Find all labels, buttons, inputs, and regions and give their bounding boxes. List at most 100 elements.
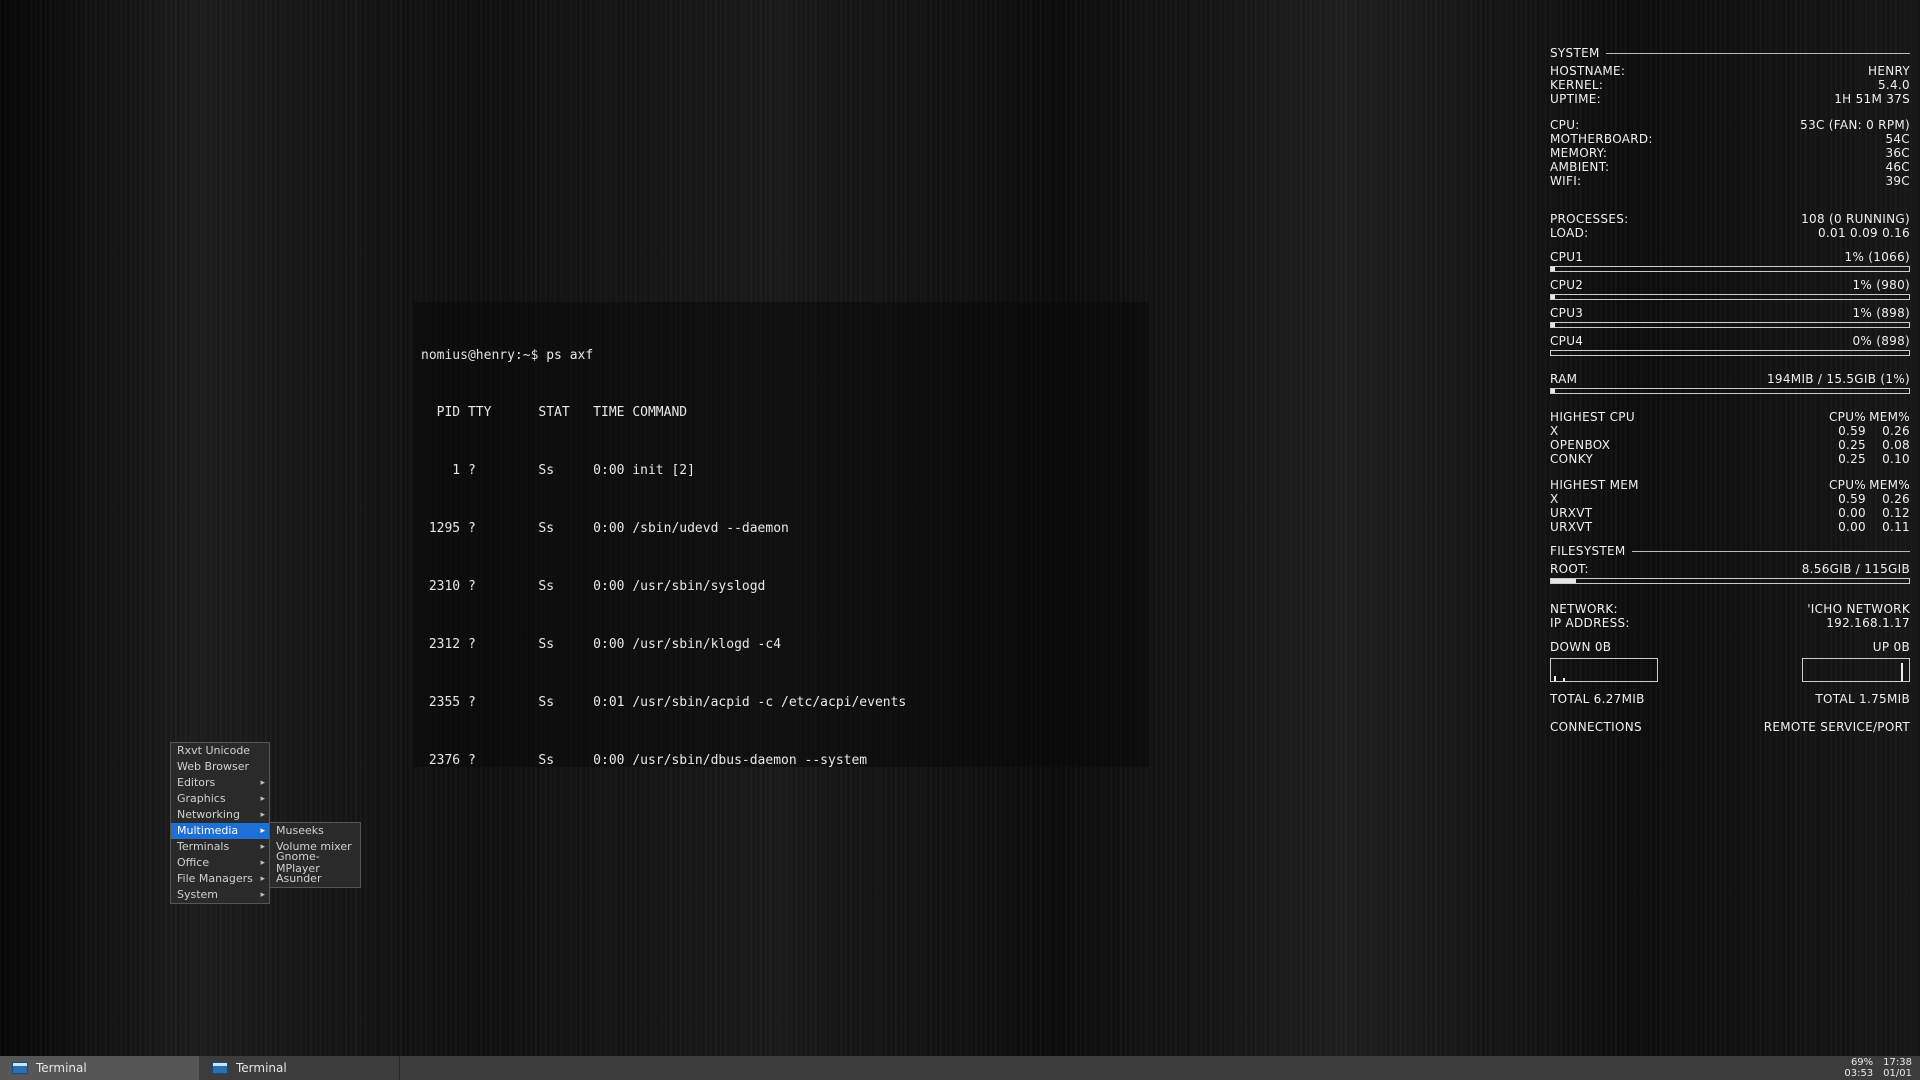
himem-h1: CPU%	[1822, 478, 1866, 492]
proc-label: PROCESSES:	[1550, 212, 1628, 226]
menu-item-office[interactable]: Office	[171, 855, 269, 871]
taskbar[interactable]: Terminal Terminal 69% 03:53 17:38 01/01	[0, 1056, 1920, 1080]
menu-item-label: Web Browser	[177, 761, 249, 773]
menu-item-terminals[interactable]: Terminals	[171, 839, 269, 855]
submenu-item-gnome-mplayer[interactable]: Gnome-MPlayer	[270, 855, 360, 871]
cpu3-value: 1% (898)	[1852, 306, 1910, 320]
hostname-value: HENRY	[1868, 64, 1910, 78]
up-graph	[1802, 658, 1910, 682]
hicpu-h1: CPU%	[1822, 410, 1866, 424]
himem-name: URXVT	[1550, 506, 1822, 520]
ram-label: RAM	[1550, 372, 1577, 386]
menu-item-label: Office	[177, 857, 209, 869]
menu-item-filemanagers[interactable]: File Managers	[171, 871, 269, 887]
wifitemp-value: 39C	[1885, 174, 1910, 188]
menu-item-label: Rxvt Unicode	[177, 745, 250, 757]
terminal-prompt-line: nomius@henry:~$ ps axf	[421, 346, 1142, 365]
menu-item-browser[interactable]: Web Browser	[171, 759, 269, 775]
wifitemp-label: WIFI:	[1550, 174, 1581, 188]
load-label: LOAD:	[1550, 226, 1588, 240]
cputemp-value: 53C (FAN: 0 RPM)	[1800, 118, 1910, 132]
ps-row: 2312 ? Ss 0:00 /usr/sbin/klogd -c4	[421, 635, 1142, 654]
hicpu-name: X	[1550, 424, 1822, 438]
terminal-icon	[12, 1062, 28, 1074]
hicpu-a: 0.25	[1822, 452, 1866, 466]
cpu3-label: CPU3	[1550, 306, 1583, 320]
terminal-prompt: nomius@henry:~$	[421, 348, 546, 363]
uptime-label: UPTIME:	[1550, 92, 1601, 106]
clock-date: 01/01	[1883, 1068, 1912, 1079]
submenu-item-label: Museeks	[276, 825, 324, 837]
cpu1-label: CPU1	[1550, 250, 1583, 264]
net-label: NETWORK:	[1550, 602, 1618, 616]
battery-percent: 69%	[1851, 1057, 1873, 1068]
himem-a: 0.59	[1822, 492, 1866, 506]
cpu1-bar	[1550, 266, 1910, 272]
terminal-icon	[212, 1062, 228, 1074]
himem-b: 0.11	[1866, 520, 1910, 534]
hicpu-h2: MEM%	[1866, 410, 1910, 424]
clock-seconds: 03:53	[1844, 1068, 1873, 1079]
system-tray[interactable]: 69% 03:53 17:38 01/01	[1836, 1056, 1920, 1080]
menu-item-label: Editors	[177, 777, 215, 789]
himem-b: 0.12	[1866, 506, 1910, 520]
himem-name: X	[1550, 492, 1822, 506]
menu-item-label: System	[177, 889, 218, 901]
cputemp-label: CPU:	[1550, 118, 1580, 132]
hicpu-b: 0.26	[1866, 424, 1910, 438]
down-label: DOWN 0B	[1550, 640, 1611, 654]
menu-item-label: Multimedia	[177, 825, 238, 837]
taskbar-task-terminal-2[interactable]: Terminal	[200, 1056, 400, 1080]
ambtemp-label: AMBIENT:	[1550, 160, 1609, 174]
hicpu-a: 0.59	[1822, 424, 1866, 438]
menu-item-multimedia[interactable]: Multimedia	[171, 823, 269, 839]
menu-item-label: File Managers	[177, 873, 253, 885]
cpu2-value: 1% (980)	[1852, 278, 1910, 292]
taskbar-task-terminal-1[interactable]: Terminal	[0, 1056, 200, 1080]
menu-item-label: Networking	[177, 809, 240, 821]
system-monitor: SYSTEM HOSTNAME:HENRY KERNEL:5.4.0 UPTIM…	[1550, 36, 1910, 734]
root-bar	[1550, 578, 1910, 584]
mbtemp-value: 54C	[1885, 132, 1910, 146]
cpu4-bar	[1550, 350, 1910, 356]
context-submenu-multimedia[interactable]: Museeks Volume mixer Gnome-MPlayer Asund…	[269, 822, 361, 888]
rule-icon	[1632, 551, 1910, 552]
mbtemp-label: MOTHERBOARD:	[1550, 132, 1653, 146]
hostname-label: HOSTNAME:	[1550, 64, 1625, 78]
ip-value: 192.168.1.17	[1826, 616, 1910, 630]
task-label: Terminal	[36, 1061, 87, 1075]
ps-row: 1 ? Ss 0:00 init [2]	[421, 461, 1142, 480]
submenu-item-label: Asunder	[276, 873, 321, 885]
cpu1-value: 1% (1066)	[1845, 250, 1910, 264]
hicpu-label: HIGHEST CPU	[1550, 410, 1822, 424]
section-system: SYSTEM	[1550, 46, 1600, 60]
menu-item-system[interactable]: System	[171, 887, 269, 903]
menu-item-label: Terminals	[177, 841, 229, 853]
cpu3-bar	[1550, 322, 1910, 328]
ram-bar	[1550, 388, 1910, 394]
menu-item-graphics[interactable]: Graphics	[171, 791, 269, 807]
himem-a: 0.00	[1822, 506, 1866, 520]
submenu-item-museeks[interactable]: Museeks	[270, 823, 360, 839]
terminal-command: ps axf	[546, 348, 593, 363]
ram-value: 194MIB / 15.5GIB (1%)	[1767, 372, 1910, 386]
ip-label: IP ADDRESS:	[1550, 616, 1630, 630]
context-menu[interactable]: Rxvt Unicode Web Browser Editors Graphic…	[170, 742, 270, 904]
menu-item-editors[interactable]: Editors	[171, 775, 269, 791]
rule-icon	[1606, 53, 1910, 54]
memtemp-label: MEMORY:	[1550, 146, 1607, 160]
root-label: ROOT:	[1550, 562, 1589, 576]
himem-a: 0.00	[1822, 520, 1866, 534]
taskbar-spacer	[400, 1056, 1836, 1080]
himem-label: HIGHEST MEM	[1550, 478, 1822, 492]
ps-header: PID TTY STAT TIME COMMAND	[421, 403, 1142, 422]
uptime-value: 1H 51M 37S	[1834, 92, 1910, 106]
menu-item-networking[interactable]: Networking	[171, 807, 269, 823]
kernel-label: KERNEL:	[1550, 78, 1603, 92]
cpu2-bar	[1550, 294, 1910, 300]
task-label: Terminal	[236, 1061, 287, 1075]
terminal-window[interactable]: nomius@henry:~$ ps axf PID TTY STAT TIME…	[414, 302, 1149, 767]
cpu4-value: 0% (898)	[1852, 334, 1910, 348]
proc-value: 108 (0 RUNNING)	[1801, 212, 1910, 226]
menu-item-rxvt[interactable]: Rxvt Unicode	[171, 743, 269, 759]
